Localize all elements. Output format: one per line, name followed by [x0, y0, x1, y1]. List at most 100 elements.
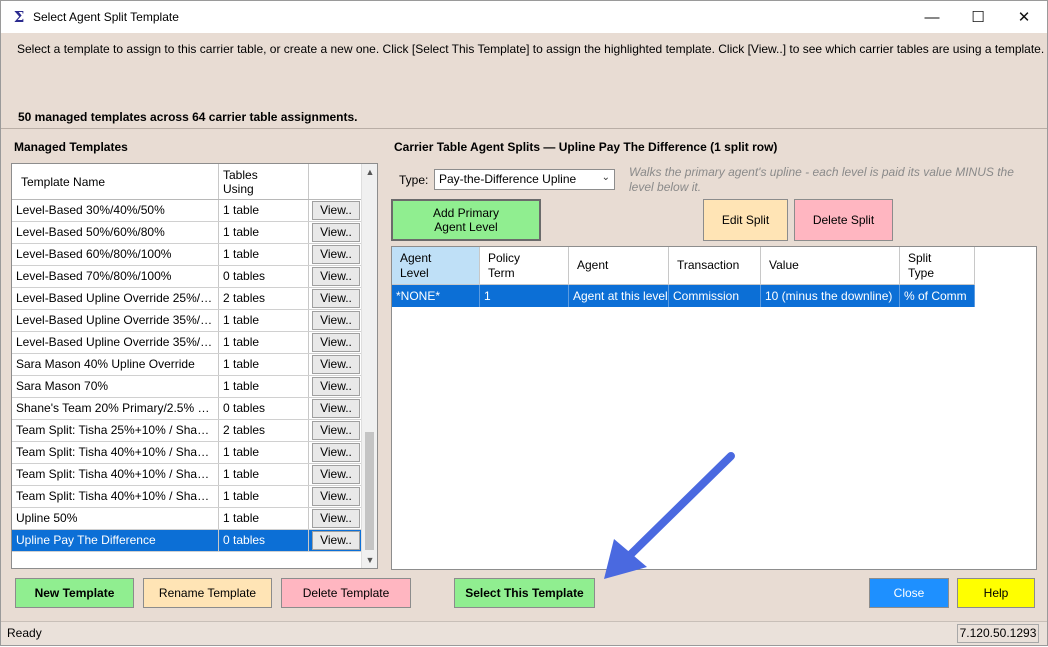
scroll-down-icon[interactable]: ▼ — [362, 552, 377, 568]
col-template-name[interactable]: Template Name — [12, 164, 219, 199]
scroll-thumb[interactable] — [365, 432, 374, 550]
view-cell: View.. — [309, 288, 364, 309]
col-view — [309, 164, 362, 199]
close-button[interactable]: Close — [869, 578, 949, 608]
chevron-down-icon: ⌄ — [601, 172, 610, 183]
view-cell: View.. — [309, 508, 364, 529]
status-text: Ready — [7, 626, 42, 640]
template-row[interactable]: Upline Pay The Difference 0 tables View.. — [12, 530, 364, 552]
view-button[interactable]: View.. — [312, 377, 360, 396]
template-name-cell: Level-Based 30%/40%/50% — [12, 200, 219, 221]
delete-template-button[interactable]: Delete Template — [281, 578, 411, 608]
template-row[interactable]: Upline 50% 1 table View.. — [12, 508, 364, 530]
tables-using-cell: 2 tables — [219, 420, 309, 441]
view-button[interactable]: View.. — [312, 201, 360, 220]
template-name-cell: Team Split: Tisha 40%+10% / Shane... — [12, 486, 219, 507]
type-description: Walks the primary agent's upline - each … — [629, 165, 1014, 194]
split-cell-value: 10 (minus the downline) — [761, 285, 900, 307]
view-cell: View.. — [309, 310, 364, 331]
template-row[interactable]: Level-Based 70%/80%/100% 0 tables View.. — [12, 266, 364, 288]
view-button[interactable]: View.. — [312, 223, 360, 242]
col-agent-level[interactable]: Agent Level — [392, 247, 480, 285]
delete-split-button[interactable]: Delete Split — [794, 199, 893, 241]
template-row[interactable]: Team Split: Tisha 25%+10% / Shane... 2 ta… — [12, 420, 364, 442]
view-cell: View.. — [309, 398, 364, 419]
view-button[interactable]: View.. — [312, 311, 360, 330]
view-cell: View.. — [309, 376, 364, 397]
template-row[interactable]: Team Split: Tisha 40%+10% / Shane... 1 ta… — [12, 486, 364, 508]
view-button[interactable]: View.. — [312, 487, 360, 506]
view-button[interactable]: View.. — [312, 465, 360, 484]
col-split-type[interactable]: Split Type — [900, 247, 975, 285]
tables-using-cell: 2 tables — [219, 288, 309, 309]
view-button[interactable]: View.. — [312, 399, 360, 418]
col-agent-level-line2: Level — [400, 265, 429, 280]
instructions-text: Select a template to assign to this carr… — [17, 42, 1045, 56]
view-button[interactable]: View.. — [312, 333, 360, 352]
template-row[interactable]: Level-Based 60%/80%/100% 1 table View.. — [12, 244, 364, 266]
split-cell-policy-term: 1 — [480, 285, 569, 307]
tables-using-cell: 1 table — [219, 376, 309, 397]
template-row[interactable]: Team Split: Tisha 40%+10% / Shane... 1 ta… — [12, 464, 364, 486]
template-name-cell: Team Split: Tisha 40%+10% / Shane... — [12, 442, 219, 463]
template-row[interactable]: Team Split: Tisha 40%+10% / Shane... 1 ta… — [12, 442, 364, 464]
template-row[interactable]: Sara Mason 40% Upline Override 1 table Vie… — [12, 354, 364, 376]
col-transaction[interactable]: Transaction — [669, 247, 761, 285]
template-name-cell: Level-Based 60%/80%/100% — [12, 244, 219, 265]
type-label: Type: — [399, 173, 429, 187]
splits-grid-header: Agent Level Policy Term Agent Transactio… — [392, 247, 1036, 285]
new-template-button[interactable]: New Template — [15, 578, 134, 608]
template-row[interactable]: Level-Based Upline Override 25%/3... 2 ta… — [12, 288, 364, 310]
template-name-cell: Level-Based 50%/60%/80% — [12, 222, 219, 243]
col-tables-using[interactable]: Tables Using — [219, 164, 309, 199]
view-button[interactable]: View.. — [312, 421, 360, 440]
view-cell: View.. — [309, 486, 364, 507]
help-button[interactable]: Help — [957, 578, 1035, 608]
close-icon[interactable]: ✕ — [1001, 1, 1047, 33]
view-cell: View.. — [309, 200, 364, 221]
maximize-icon[interactable]: ☐ — [955, 1, 1001, 33]
scroll-up-icon[interactable]: ▲ — [362, 164, 377, 180]
view-button[interactable]: View.. — [312, 289, 360, 308]
edit-split-button[interactable]: Edit Split — [703, 199, 788, 241]
template-name-cell: Upline 50% — [12, 508, 219, 529]
col-agent[interactable]: Agent — [569, 247, 669, 285]
template-name-cell: Level-Based Upline Override 35%/4... — [12, 310, 219, 331]
template-name-cell: Team Split: Tisha 25%+10% / Shane... — [12, 420, 219, 441]
tables-using-cell: 1 table — [219, 200, 309, 221]
view-cell: View.. — [309, 222, 364, 243]
col-value[interactable]: Value — [761, 247, 900, 285]
template-row[interactable]: Shane's Team 20% Primary/2.5% Ja... 0 tab… — [12, 398, 364, 420]
template-name-cell: Level-Based 70%/80%/100% — [12, 266, 219, 287]
split-row[interactable]: *NONE* 1 Agent at this level Commission … — [392, 285, 975, 307]
template-name-cell: Team Split: Tisha 40%+10% / Shane... — [12, 464, 219, 485]
col-policy-term[interactable]: Policy Term — [480, 247, 569, 285]
template-row[interactable]: Level-Based 30%/40%/50% 1 table View.. — [12, 200, 364, 222]
template-name-cell: Level-Based Upline Override 25%/3... — [12, 288, 219, 309]
view-cell: View.. — [309, 442, 364, 463]
view-button[interactable]: View.. — [312, 531, 360, 550]
type-select[interactable]: Pay-the-Difference Upline ⌄ — [434, 169, 615, 190]
template-row[interactable]: Level-Based Upline Override 35%/4... 1 ta… — [12, 332, 364, 354]
split-cell-transaction: Commission — [669, 285, 761, 307]
rename-template-button[interactable]: Rename Template — [143, 578, 272, 608]
view-button[interactable]: View.. — [312, 267, 360, 286]
templates-grid[interactable]: Template Name Tables Using Level-Based 3… — [11, 163, 378, 569]
add-primary-agent-level-button[interactable]: Add Primary Agent Level — [391, 199, 541, 241]
template-row[interactable]: Level-Based 50%/60%/80% 1 table View.. — [12, 222, 364, 244]
select-this-template-button[interactable]: Select This Template — [454, 578, 595, 608]
view-button[interactable]: View.. — [312, 509, 360, 528]
templates-scrollbar[interactable]: ▲ ▼ — [361, 164, 377, 568]
instructions-panel: Select a template to assign to this carr… — [1, 33, 1047, 129]
template-row[interactable]: Sara Mason 70% 1 table View.. — [12, 376, 364, 398]
add-primary-line1: Add Primary — [432, 206, 500, 220]
minimize-icon[interactable]: — — [909, 1, 955, 33]
splits-grid[interactable]: Agent Level Policy Term Agent Transactio… — [391, 246, 1037, 570]
template-row[interactable]: Level-Based Upline Override 35%/4... 1 ta… — [12, 310, 364, 332]
tables-using-cell: 0 tables — [219, 266, 309, 287]
view-button[interactable]: View.. — [312, 443, 360, 462]
view-button[interactable]: View.. — [312, 245, 360, 264]
view-button[interactable]: View.. — [312, 355, 360, 374]
col-policy-term-line2: Term — [488, 265, 515, 280]
template-name-cell: Upline Pay The Difference — [12, 530, 219, 551]
